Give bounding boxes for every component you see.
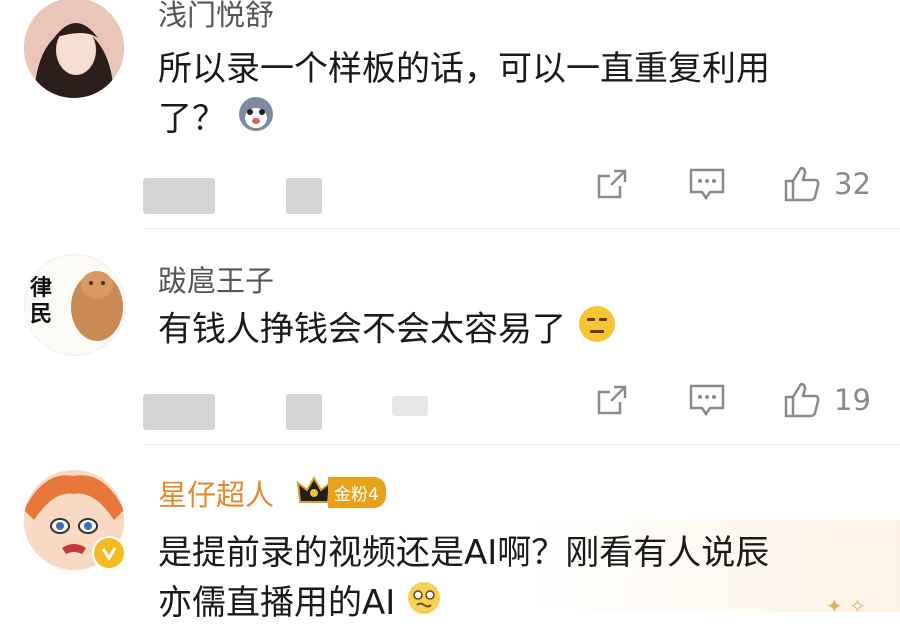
blurred-meta [392, 396, 428, 416]
share-icon [597, 169, 627, 199]
comment-text-line2-content: 亦儒直播用的AI [158, 583, 396, 623]
username[interactable]: 星仔超人 [158, 472, 274, 514]
like-count: 32 [834, 167, 871, 201]
avatar[interactable] [24, 0, 124, 98]
divider [143, 444, 900, 445]
comment-item: 浅门悦舒 所以录一个样板的话，可以一直重复利用 了？ 32 [0, 0, 900, 230]
comment-text-line1-content: 有钱人挣钱会不会太容易了 [158, 309, 566, 350]
blurred-meta [286, 178, 322, 214]
divider [143, 228, 900, 229]
username[interactable]: 跋扈王子 [158, 258, 274, 300]
sparkle-icon: ✦ ✧ [826, 594, 866, 618]
thumbs-up-icon [784, 382, 820, 418]
comment-text-line2: 亦儒直播用的AI [158, 578, 442, 630]
verified-icon [92, 536, 126, 570]
comment-icon [689, 384, 725, 417]
avatar-text: 律 民 [30, 276, 52, 328]
share-icon [597, 385, 627, 415]
avatar-text-char: 律 [30, 276, 53, 301]
fan-badge-label: 金粉4 [328, 476, 386, 508]
like-button[interactable]: 32 [782, 164, 871, 204]
like-button[interactable]: 19 [782, 380, 871, 420]
comment-text-line2: 了？ [158, 94, 275, 147]
thumbs-up-icon [784, 166, 820, 202]
like-count: 19 [834, 383, 871, 417]
fan-badge[interactable]: 金粉4 [296, 474, 386, 510]
comment-text-line1: 有钱人挣钱会不会太容易了 [158, 304, 617, 358]
blurred-meta [143, 394, 215, 430]
nervous-face-emoji [406, 580, 442, 630]
comment-icon [689, 168, 725, 201]
username[interactable]: 浅门悦舒 [158, 0, 274, 34]
meh-face-emoji [577, 304, 617, 358]
crown-icon [296, 476, 332, 503]
share-button[interactable] [594, 382, 630, 418]
blurred-meta [286, 394, 322, 430]
comment-text-line1: 所以录一个样板的话，可以一直重复利用 [158, 49, 770, 89]
husky-emoji [237, 95, 275, 147]
reply-button[interactable] [688, 382, 726, 418]
avatar-photo [24, 0, 124, 98]
avatar-text-char: 民 [30, 302, 53, 327]
comment-text-line2-content: 了？ [158, 99, 226, 139]
reply-button[interactable] [688, 166, 726, 202]
share-button[interactable] [594, 166, 630, 202]
comment-text-line1: 是提前录的视频还是AI啊？刚看有人说辰 [158, 533, 770, 573]
blurred-meta [143, 178, 215, 214]
